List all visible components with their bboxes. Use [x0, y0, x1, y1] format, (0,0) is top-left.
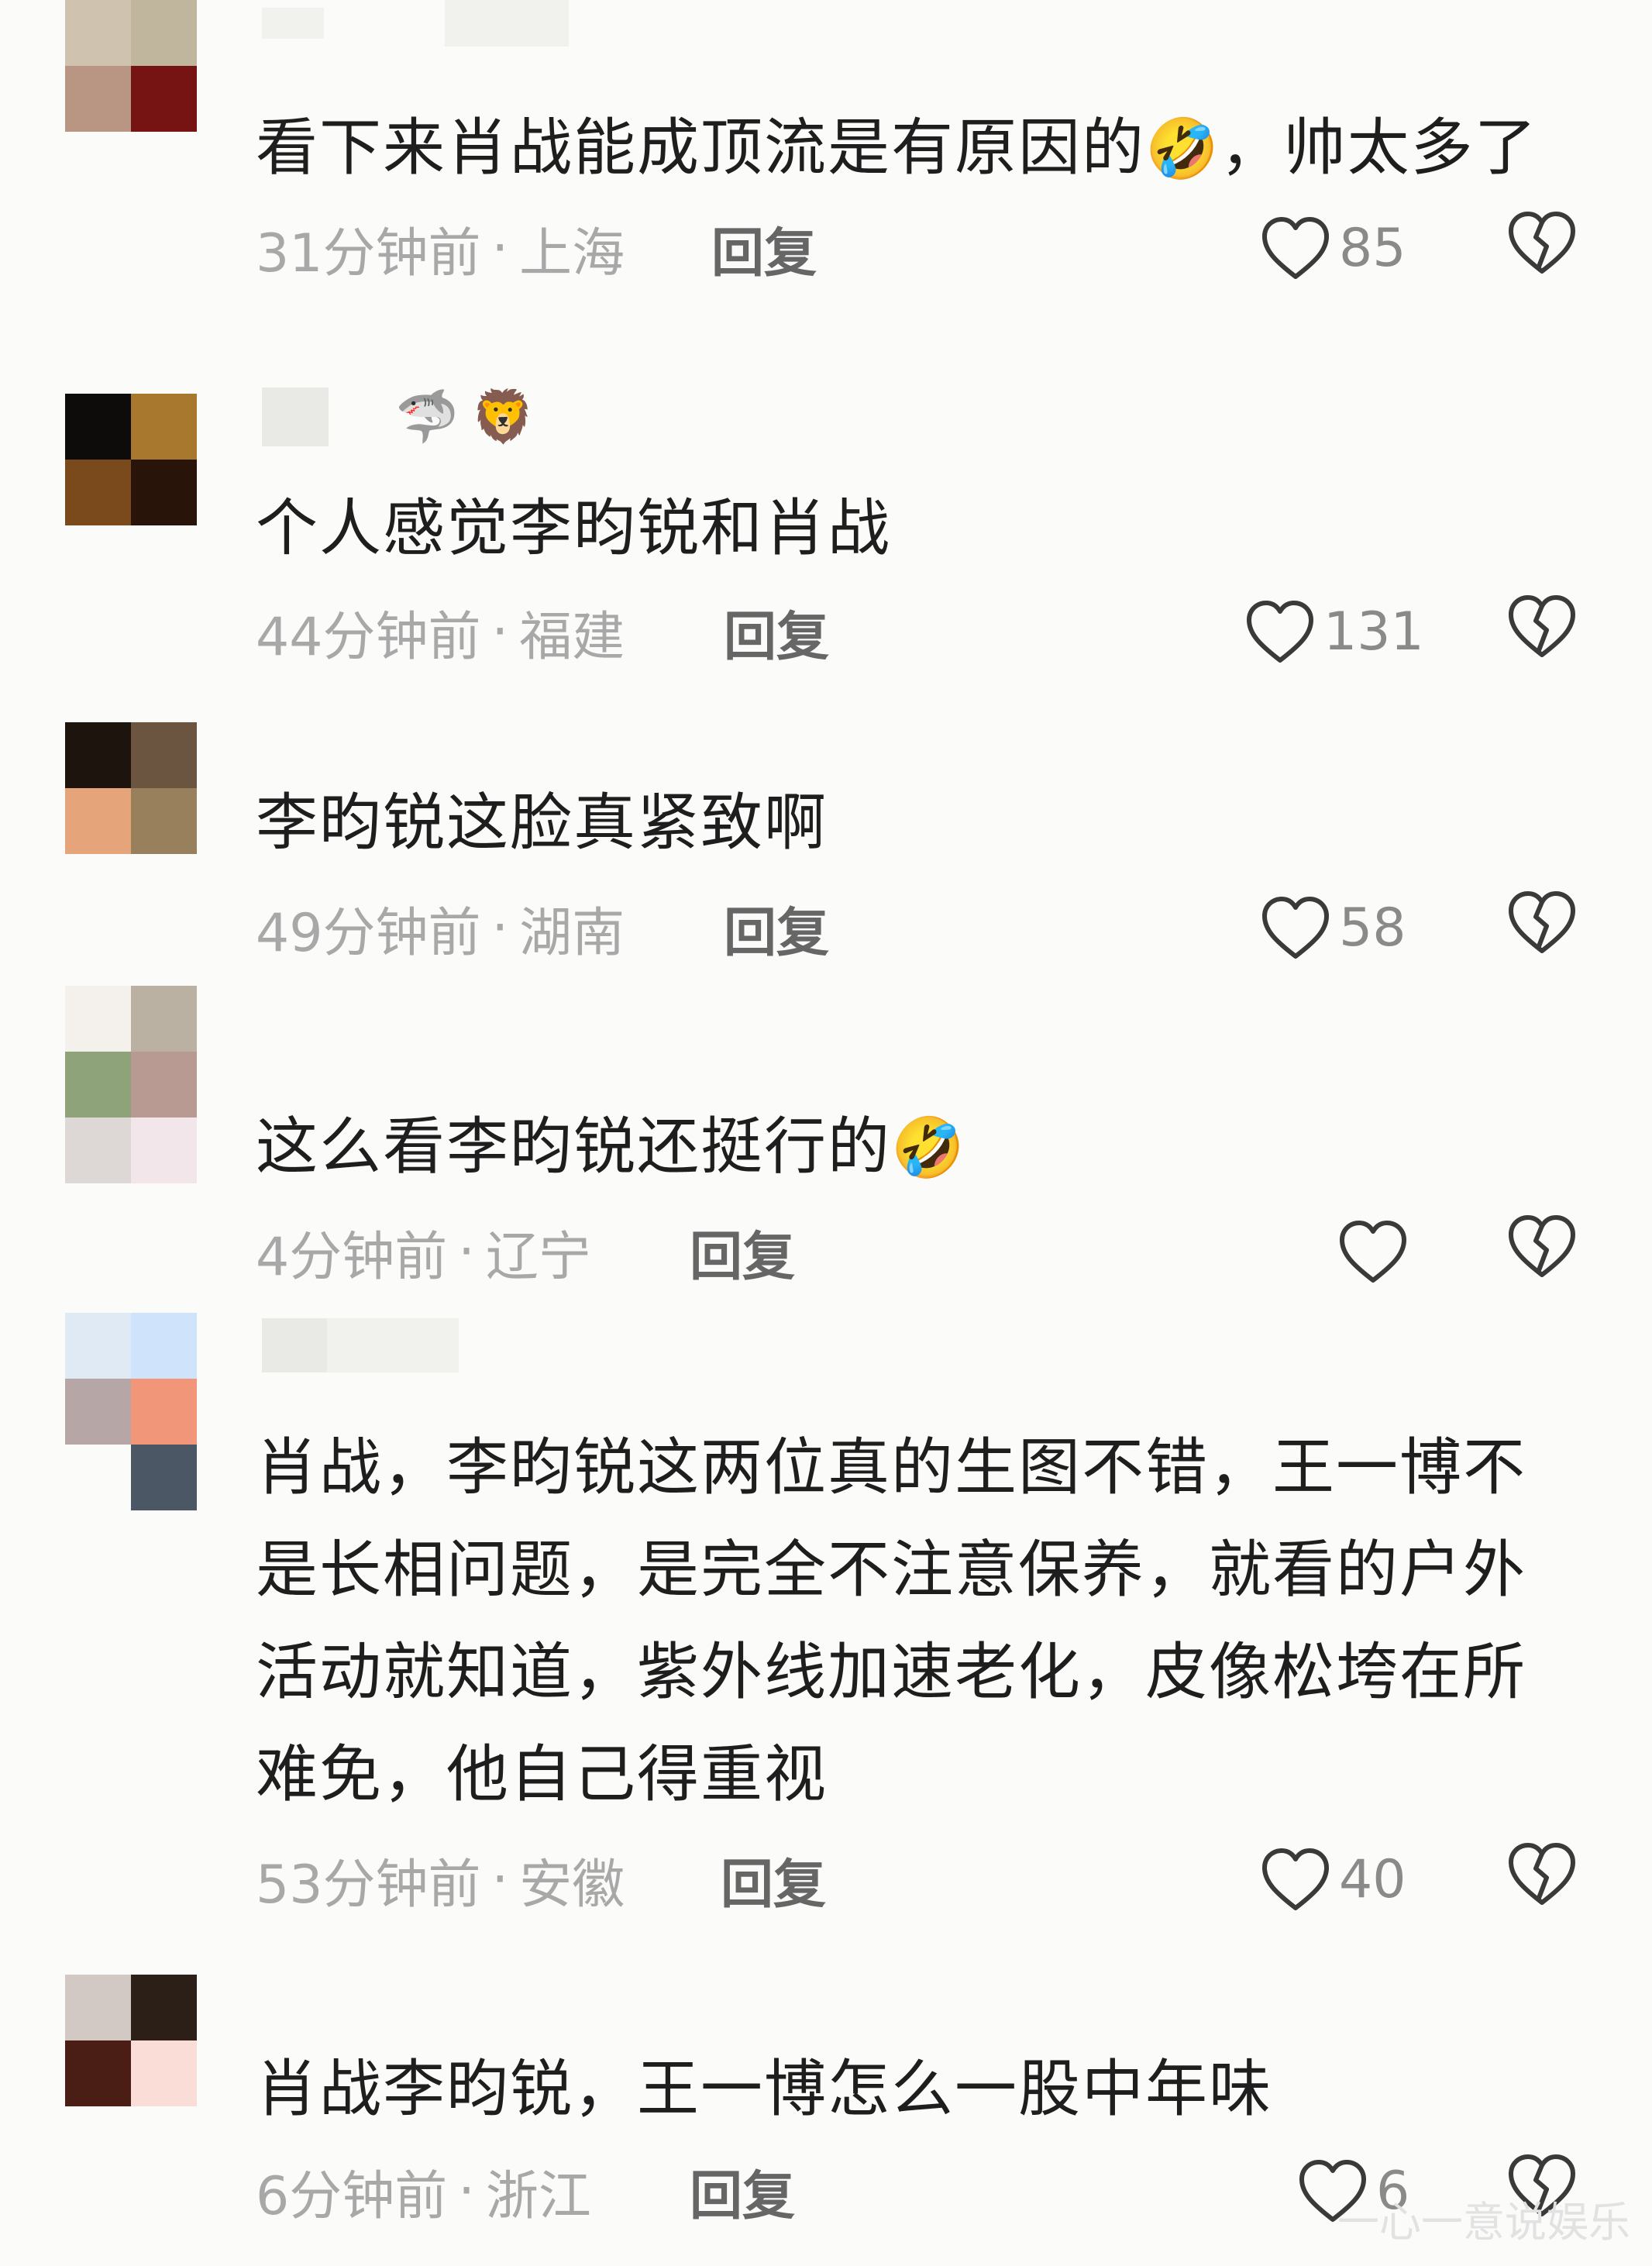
comment-meta: 31分钟前 · 上海 — [256, 213, 625, 284]
avatar[interactable] — [65, 1313, 197, 1510]
separator: · — [458, 2160, 475, 2222]
like-button[interactable]: 58 — [1260, 889, 1406, 966]
shark-emoji: 🦈 — [395, 387, 459, 446]
comment-location: 湖南 — [519, 902, 625, 964]
avatar[interactable] — [65, 394, 197, 525]
comment-meta: 49分钟前 · 湖南 — [256, 893, 625, 964]
comment-meta: 53分钟前 · 安徽 — [256, 1844, 625, 1916]
rofl-emoji: 🤣 — [891, 1113, 966, 1182]
comment-text: 个人感觉李昀锐和肖战 — [256, 492, 891, 564]
separator: · — [491, 601, 509, 663]
broken-heart-icon — [1506, 593, 1584, 659]
separator: · — [491, 897, 509, 959]
username[interactable]: 🦈 🦁 — [262, 387, 535, 446]
reply-button[interactable]: 回复 — [711, 213, 817, 284]
rofl-emoji: 🤣 — [1145, 114, 1220, 183]
comment-location: 浙江 — [485, 2165, 591, 2227]
comment-time: 31分钟前 — [256, 222, 481, 284]
avatar[interactable] — [65, 1975, 197, 2106]
username-blurred[interactable] — [262, 1318, 459, 1372]
heart-outline-icon — [1337, 1218, 1409, 1285]
dislike-button[interactable] — [1506, 889, 1584, 966]
comment-time: 6分钟前 — [256, 2165, 448, 2227]
comment-time: 53分钟前 — [256, 1854, 481, 1916]
separator: · — [491, 1848, 509, 1910]
reply-button[interactable]: 回复 — [724, 893, 829, 964]
reply-button[interactable]: 回复 — [690, 1217, 795, 1288]
comment-text: 李昀锐这脸真紧致啊 — [256, 787, 828, 859]
separator: · — [458, 1221, 475, 1283]
username-blurred[interactable] — [262, 0, 569, 46]
dislike-button[interactable] — [1506, 1213, 1584, 1290]
avatar[interactable] — [65, 0, 197, 132]
reply-button[interactable]: 回复 — [690, 2156, 795, 2227]
comment-time: 4分钟前 — [256, 1226, 448, 1288]
comment-location: 辽宁 — [485, 1226, 591, 1288]
separator: · — [491, 217, 509, 279]
like-count: 58 — [1339, 897, 1406, 959]
broken-heart-icon — [1506, 1213, 1584, 1279]
like-button[interactable]: 40 — [1260, 1841, 1406, 1918]
comment-text: 看下来肖战能成顶流是有原因的🤣，帅太多了 — [256, 112, 1538, 184]
comment-text: 这么看李昀锐还挺行的🤣 — [256, 1111, 966, 1183]
like-button[interactable]: 131 — [1244, 593, 1424, 670]
comment-meta: 4分钟前 · 辽宁 — [256, 1217, 591, 1288]
broken-heart-icon — [1506, 1841, 1584, 1907]
like-button[interactable]: 85 — [1260, 209, 1406, 287]
comment-text: 肖战李昀锐，王一博怎么一股中年味 — [256, 2053, 1272, 2125]
comment-location: 福建 — [519, 606, 625, 668]
lion-emoji: 🦁 — [471, 387, 535, 446]
avatar[interactable] — [65, 722, 197, 854]
comment-location: 安徽 — [519, 1854, 625, 1916]
like-button[interactable] — [1337, 1213, 1416, 1290]
comment-meta: 44分钟前 · 福建 — [256, 597, 625, 668]
avatar[interactable] — [65, 986, 197, 1183]
reply-button[interactable]: 回复 — [724, 597, 829, 668]
comment-meta: 6分钟前 · 浙江 — [256, 2156, 591, 2227]
like-count: 40 — [1339, 1848, 1406, 1910]
comment-location: 上海 — [519, 222, 625, 284]
like-count: 131 — [1323, 601, 1424, 663]
like-count: 85 — [1339, 217, 1406, 279]
dislike-button[interactable] — [1506, 209, 1584, 287]
dislike-button[interactable] — [1506, 593, 1584, 670]
heart-outline-icon — [1260, 894, 1331, 961]
heart-outline-icon — [1260, 215, 1331, 281]
heart-outline-icon — [1244, 598, 1316, 665]
watermark: 一心一意说娱乐 — [1337, 2198, 1630, 2247]
broken-heart-icon — [1506, 209, 1584, 276]
comment-text: 肖战，李昀锐这两位真的生图不错，王一博不 是长相问题，是完全不注意保养，就看的户… — [256, 1431, 1526, 1810]
dislike-button[interactable] — [1506, 1841, 1584, 1918]
broken-heart-icon — [1506, 889, 1584, 956]
comment-time: 44分钟前 — [256, 606, 481, 668]
heart-outline-icon — [1260, 1846, 1331, 1913]
comment-time: 49分钟前 — [256, 902, 481, 964]
reply-button[interactable]: 回复 — [721, 1844, 826, 1916]
